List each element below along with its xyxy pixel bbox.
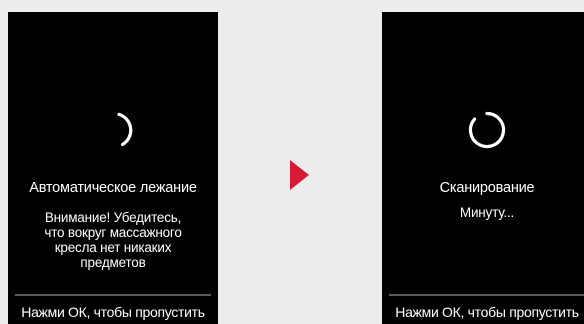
screen-subtitle: Минуту... <box>459 205 515 220</box>
screen-title: Автоматическое лежание <box>29 180 197 196</box>
warning-line: кресла нет никаких <box>54 240 172 255</box>
warning-line: предметов <box>80 255 146 270</box>
loading-spinner-icon <box>468 111 506 149</box>
warning-message: Внимание! Убедитесь, что вокруг массажно… <box>8 210 218 270</box>
screen-title: Сканирование <box>439 180 535 196</box>
skip-hint[interactable]: Нажми ОК, чтобы пропустить <box>8 304 218 320</box>
divider <box>389 294 584 296</box>
loading-spinner-icon <box>117 112 133 147</box>
divider <box>15 294 211 296</box>
screen-auto-recline: Автоматическое лежание Внимание! Убедите… <box>8 12 218 324</box>
screen-scanning: Сканирование Минуту... Нажми ОК, чтобы п… <box>382 12 584 324</box>
play-arrow-icon <box>290 160 309 190</box>
skip-hint[interactable]: Нажми ОК, чтобы пропустить <box>382 304 584 320</box>
warning-line: что вокруг массажного <box>44 225 182 240</box>
warning-line: Внимание! Убедитесь, <box>44 210 182 225</box>
